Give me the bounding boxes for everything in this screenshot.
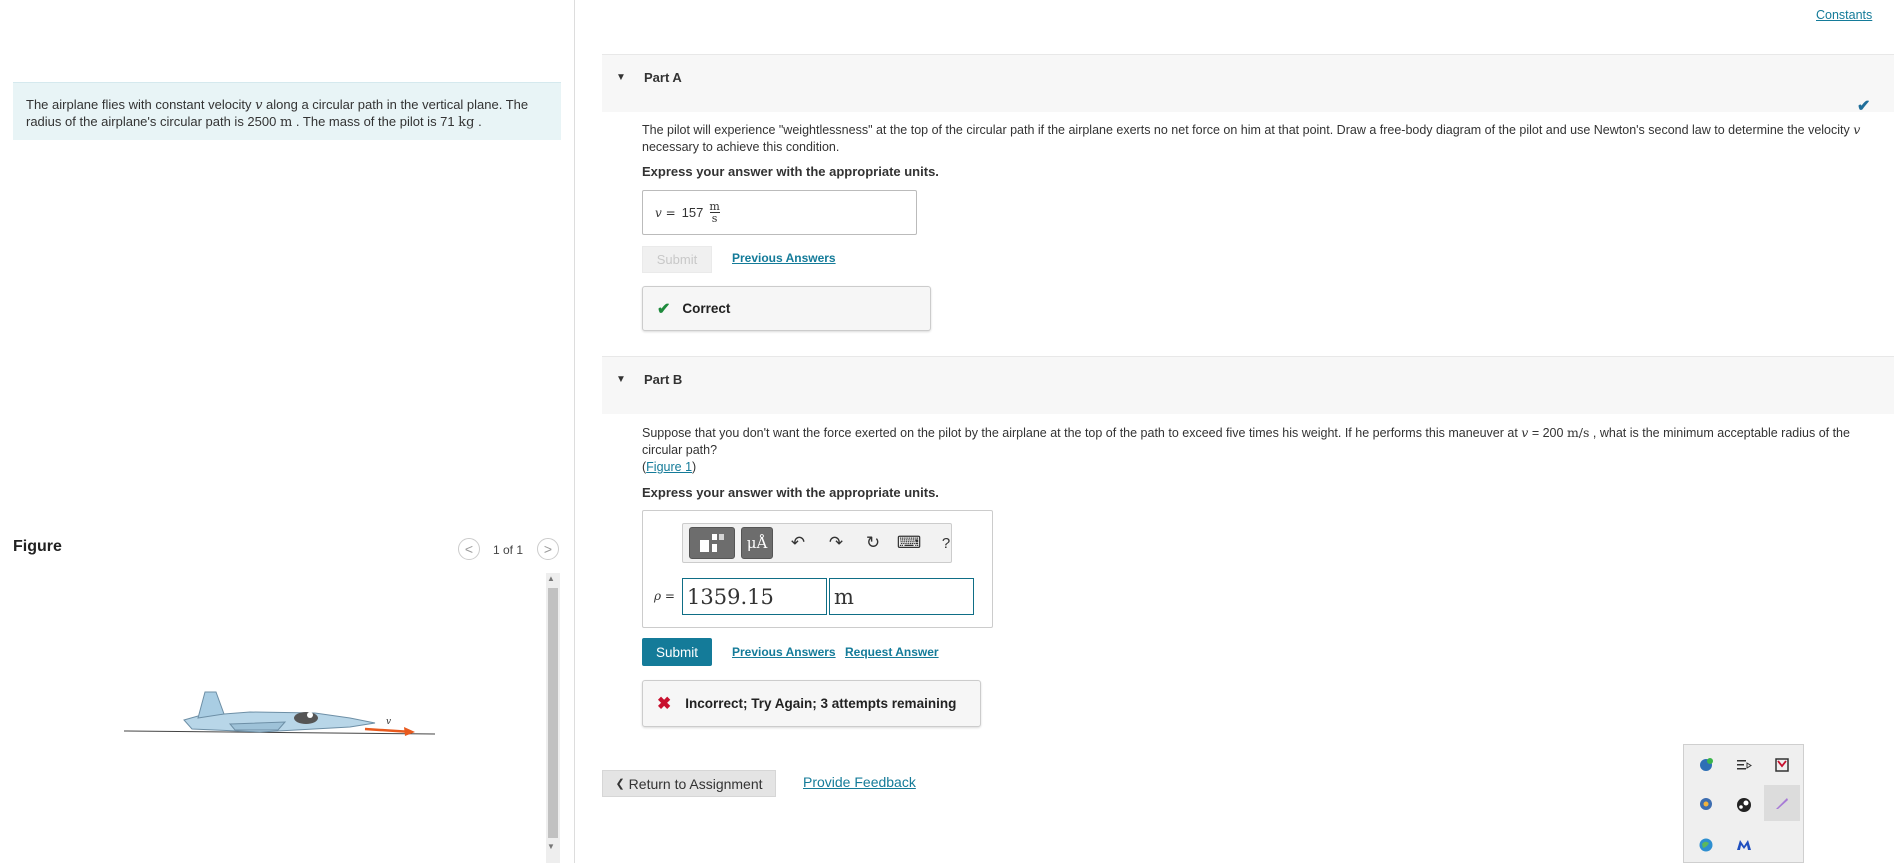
- feedback-text: Correct: [682, 301, 731, 316]
- figure-title: Figure: [13, 538, 62, 555]
- velocity-arrowhead: [404, 727, 415, 736]
- answer-label: v =: [655, 205, 676, 220]
- scroll-down-arrow-icon[interactable]: ▼: [547, 842, 555, 851]
- part-b-question: Suppose that you don't want the force ex…: [642, 424, 1887, 476]
- constants-link[interactable]: Constants: [1816, 8, 1872, 22]
- templates-button[interactable]: [689, 527, 735, 559]
- figure-next-button[interactable]: >: [537, 538, 559, 560]
- part-a-header[interactable]: [602, 54, 1894, 112]
- chevron-left-icon: <: [464, 541, 474, 557]
- return-label: Return to Assignment: [628, 775, 763, 792]
- figure-scrollbar-thumb[interactable]: [548, 588, 558, 838]
- unit-denominator: s: [711, 212, 718, 225]
- security-app-icon[interactable]: [1764, 747, 1800, 783]
- cockpit-pilot: [294, 712, 318, 724]
- network-app-icon[interactable]: [1688, 747, 1724, 783]
- part-a-instruction: Express your answer with the appropriate…: [642, 164, 939, 179]
- part-a-answer-display: v = 157 m s: [642, 190, 917, 235]
- question-text: necessary to achieve this condition.: [642, 140, 840, 154]
- part-a-question: The pilot will experience "weightlessnes…: [642, 121, 1887, 156]
- problem-text: .: [474, 114, 482, 129]
- question-text: Suppose that you don't want the force ex…: [642, 426, 1522, 440]
- velocity-label: v: [386, 717, 391, 727]
- part-b-header[interactable]: [602, 356, 1894, 414]
- help-button[interactable]: ?: [930, 527, 962, 559]
- answer-label: ρ =: [654, 589, 675, 603]
- check-icon: ✔: [657, 300, 671, 318]
- media-player-icon[interactable]: [1726, 747, 1762, 783]
- airplane-tail: [197, 691, 225, 719]
- scroll-up-arrow-icon[interactable]: ▲: [547, 574, 555, 583]
- chevron-left-icon: ❮: [615, 778, 625, 790]
- part-b-feedback: ✖ Incorrect; Try Again; 3 attempts remai…: [642, 680, 981, 727]
- answer-unit-input[interactable]: m: [829, 578, 974, 615]
- airplane-figure: v: [123, 691, 436, 736]
- templates-icon: [700, 534, 724, 552]
- unit-m-per-s: m/s: [1566, 425, 1590, 440]
- answer-unit: m s: [709, 201, 719, 224]
- feedback-text: Incorrect; Try Again; 3 attempts remaini…: [685, 696, 957, 711]
- pilot-helmet: [307, 712, 313, 718]
- figure-counter: 1 of 1: [493, 543, 524, 557]
- location-app-icon[interactable]: [1688, 787, 1724, 823]
- redo-icon[interactable]: ↷: [820, 527, 852, 559]
- return-to-assignment-button[interactable]: ❮ Return to Assignment: [602, 770, 776, 797]
- collapse-caret-icon[interactable]: ▼: [616, 374, 626, 385]
- unit-meters: m: [279, 115, 293, 130]
- velocity-variable: v: [1853, 122, 1861, 137]
- unit-numerator: m: [709, 200, 720, 213]
- part-a-previous-answers-link[interactable]: Previous Answers: [732, 251, 836, 265]
- part-b-submit-button[interactable]: Submit: [642, 638, 712, 666]
- question-text: = 200: [1528, 426, 1567, 440]
- keyboard-icon[interactable]: ⌨: [893, 527, 925, 559]
- problem-statement: The airplane flies with constant velocit…: [13, 82, 561, 140]
- steam-app-icon[interactable]: [1726, 787, 1762, 823]
- problem-text: The airplane flies with constant velocit…: [26, 97, 256, 112]
- system-tray-popup: [1683, 744, 1804, 863]
- unit-kilograms: kg: [458, 115, 475, 130]
- request-answer-link[interactable]: Request Answer: [845, 645, 939, 659]
- completed-check-icon: ✔: [1857, 98, 1871, 115]
- figure-1-link[interactable]: Figure 1: [646, 460, 692, 474]
- malwarebytes-icon[interactable]: [1726, 827, 1762, 863]
- part-a-feedback: ✔ Correct: [642, 286, 931, 331]
- reset-icon[interactable]: ↻: [857, 527, 889, 559]
- problem-text: . The mass of the pilot is 71: [292, 114, 459, 129]
- x-icon: ✖: [657, 693, 672, 713]
- collapse-caret-icon[interactable]: ▼: [616, 72, 626, 83]
- globe-app-icon[interactable]: [1688, 827, 1724, 863]
- airplane-wing: [228, 721, 287, 731]
- answer-value: 157: [681, 205, 704, 220]
- part-b-title: Part B: [644, 372, 683, 387]
- part-b-previous-answers-link[interactable]: Previous Answers: [732, 645, 836, 659]
- part-a-title: Part A: [644, 70, 682, 85]
- units-button[interactable]: μÅ: [741, 527, 773, 559]
- provide-feedback-link[interactable]: Provide Feedback: [803, 774, 916, 790]
- undo-icon[interactable]: ↶: [782, 527, 814, 559]
- pen-app-icon[interactable]: [1764, 785, 1800, 821]
- paren: ): [692, 460, 697, 474]
- chevron-right-icon: >: [543, 541, 553, 557]
- part-a-submit-button: Submit: [642, 246, 712, 273]
- question-text: The pilot will experience "weightlessnes…: [642, 123, 1854, 137]
- figure-prev-button[interactable]: <: [458, 538, 480, 560]
- answer-value-input[interactable]: 1359.15: [682, 578, 827, 615]
- part-b-instruction: Express your answer with the appropriate…: [642, 485, 939, 500]
